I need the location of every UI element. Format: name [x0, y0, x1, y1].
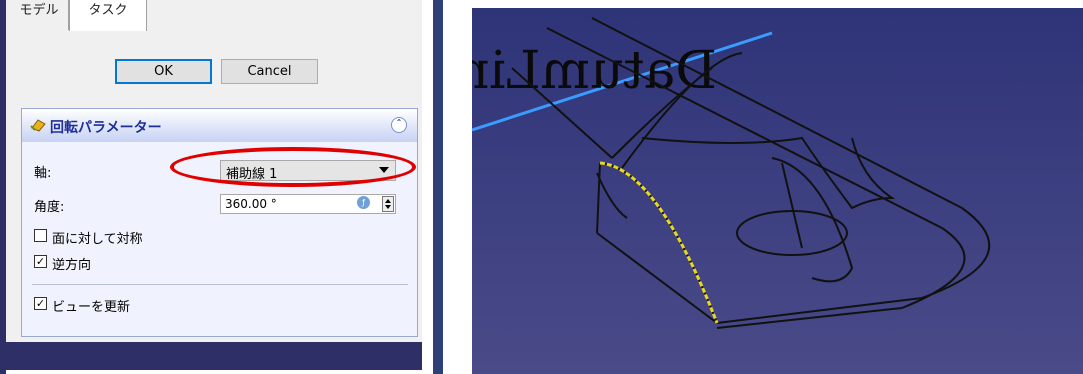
symmetric-checkbox[interactable]	[34, 229, 47, 242]
section-header[interactable]: 回転パラメーター ˆ	[22, 109, 417, 142]
tab-task[interactable]: タスク	[69, 0, 147, 32]
ok-button[interactable]: OK	[115, 59, 212, 84]
divider	[32, 284, 408, 285]
angle-input[interactable]: 360.00 ° ƒ	[220, 194, 396, 214]
task-panel-window: モデル タスク OK Cancel 回転パラメーター ˆ 軸: 補助線 1 角度…	[0, 0, 433, 374]
task-panel: OK Cancel 回転パラメーター ˆ 軸: 補助線 1 角度: 360.00…	[6, 31, 422, 342]
datum-line-label: DatumLine	[472, 41, 717, 101]
section-title: 回転パラメーター	[50, 120, 162, 136]
cancel-button[interactable]: Cancel	[221, 59, 318, 84]
expression-icon[interactable]: ƒ	[357, 196, 370, 209]
update-view-label: ビューを更新	[52, 300, 131, 315]
reversed-checkbox[interactable]: ✓	[34, 255, 47, 268]
reversed-label: 逆方向	[52, 258, 92, 273]
axis-label: 軸:	[34, 166, 52, 181]
collapse-up-icon[interactable]: ˆ	[391, 117, 407, 133]
tab-bar: モデル タスク	[6, 0, 422, 32]
panel-gap	[422, 0, 433, 374]
revolve-parameters-section: 回転パラメーター ˆ 軸: 補助線 1 角度: 360.00 ° ƒ 面に対して…	[21, 108, 418, 337]
viewport-edge	[433, 0, 443, 374]
revolve-icon	[30, 119, 46, 132]
spin-up-icon[interactable]	[385, 199, 391, 203]
angle-value: 360.00 °	[225, 197, 277, 211]
spin-down-icon[interactable]	[385, 205, 391, 209]
annotation-ellipse	[170, 147, 416, 187]
update-view-checkbox[interactable]: ✓	[34, 297, 47, 310]
angle-label: 角度:	[34, 200, 65, 215]
symmetric-label: 面に対して対称	[52, 232, 143, 247]
3d-viewport[interactable]: DatumLine	[472, 8, 1083, 374]
tab-model[interactable]: モデル	[10, 0, 69, 30]
angle-spinner[interactable]	[382, 196, 394, 212]
